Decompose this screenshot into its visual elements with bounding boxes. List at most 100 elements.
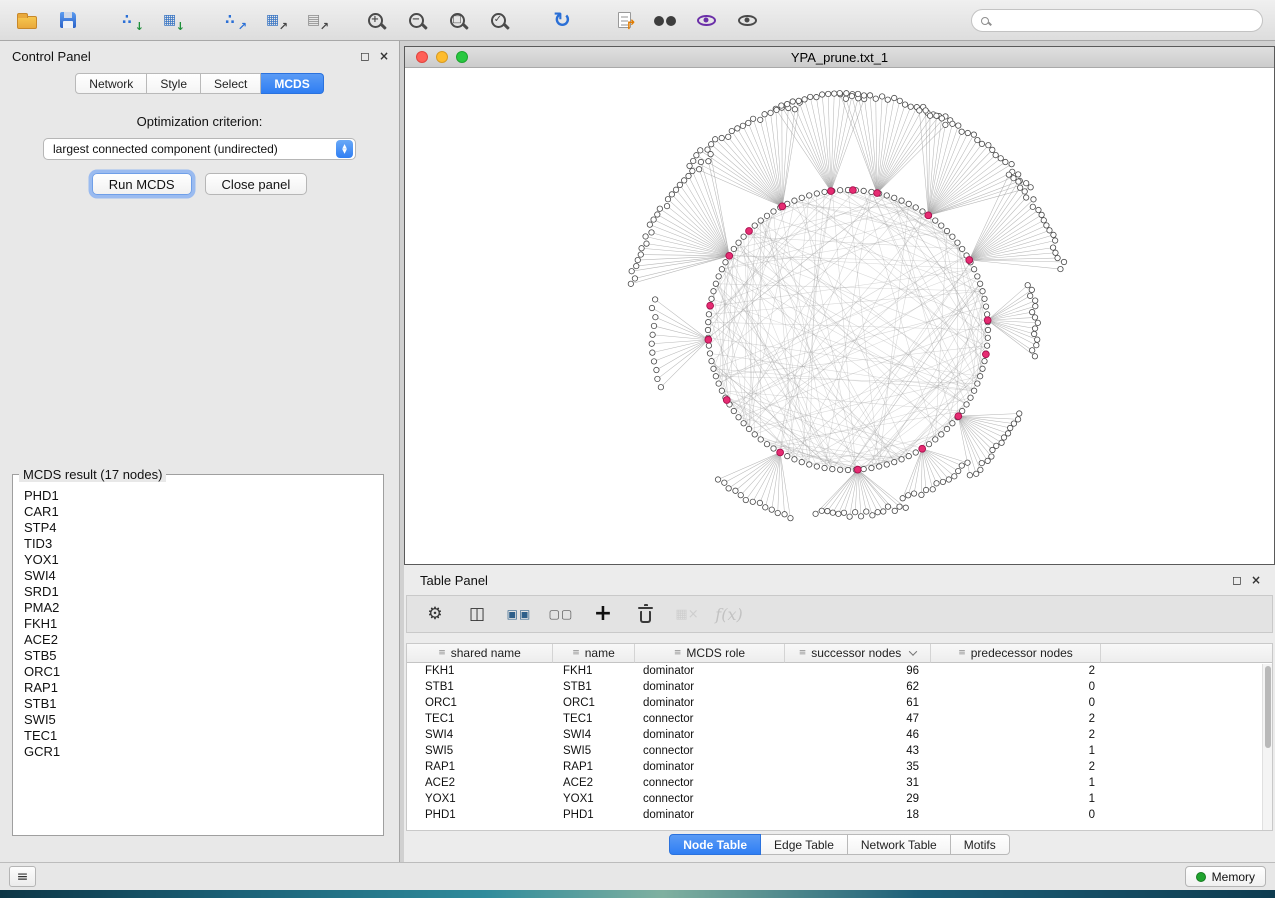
table-cell: 29 bbox=[785, 793, 931, 805]
column-header-successor-nodes[interactable]: ≡successor nodes bbox=[785, 644, 931, 663]
tab-network-table[interactable]: Network Table bbox=[848, 834, 951, 855]
clipboard-share-icon bbox=[618, 12, 631, 28]
mcds-result-item[interactable]: SRD1 bbox=[24, 584, 381, 600]
mcds-result-item[interactable]: YOX1 bbox=[24, 552, 381, 568]
window-close-icon[interactable] bbox=[416, 51, 428, 63]
import-network-button[interactable]: ∴↓ bbox=[113, 5, 147, 35]
mcds-result-item[interactable]: SWI5 bbox=[24, 712, 381, 728]
column-header-mcds-role[interactable]: ≡MCDS role bbox=[635, 644, 785, 663]
panel-menu-button[interactable]: ≡ bbox=[9, 866, 36, 887]
table-cell: 46 bbox=[785, 729, 931, 741]
window-minimize-icon[interactable] bbox=[436, 51, 448, 63]
criterion-select[interactable]: largest connected component (undirected)… bbox=[43, 138, 356, 160]
table-cell: dominator bbox=[635, 729, 785, 741]
column-header-predecessor-nodes[interactable]: ≡predecessor nodes bbox=[931, 644, 1101, 663]
delete-column-button[interactable] bbox=[633, 600, 657, 628]
select-all-button[interactable]: ▣▣ bbox=[507, 600, 531, 628]
table-cell: 62 bbox=[785, 681, 931, 693]
close-panel-icon[interactable]: × bbox=[379, 50, 389, 62]
criterion-value: largest connected component (undirected) bbox=[44, 142, 336, 156]
save-session-button[interactable] bbox=[51, 5, 85, 35]
tab-select[interactable]: Select bbox=[201, 73, 261, 94]
float-panel-icon[interactable]: ◻ bbox=[360, 50, 370, 62]
network-titlebar[interactable]: YPA_prune.txt_1 bbox=[405, 47, 1274, 68]
table-settings-button[interactable]: ⚙ bbox=[423, 600, 447, 628]
table-row[interactable]: ACE2ACE2connector311 bbox=[407, 775, 1272, 791]
table-cell: connector bbox=[635, 793, 785, 805]
close-panel-button[interactable]: Close panel bbox=[205, 173, 308, 195]
mcds-result-item[interactable]: TEC1 bbox=[24, 728, 381, 744]
tab-motifs[interactable]: Motifs bbox=[951, 834, 1010, 855]
table-row[interactable]: PHD1PHD1dominator180 bbox=[407, 807, 1272, 823]
mcds-result-item[interactable]: PHD1 bbox=[24, 488, 381, 504]
search-input[interactable] bbox=[995, 13, 1262, 29]
table-row[interactable]: SWI4SWI4dominator462 bbox=[407, 727, 1272, 743]
export-table-button[interactable]: ▦↗ bbox=[257, 5, 291, 35]
table-cell: PHD1 bbox=[553, 809, 635, 821]
toolbar-separator bbox=[586, 8, 600, 32]
export-image-button[interactable]: ▤↗ bbox=[298, 5, 332, 35]
table-header-row: ≡shared name≡name≡MCDS role≡successor no… bbox=[407, 644, 1272, 663]
zoom-fit-button[interactable]: □ bbox=[442, 5, 476, 35]
table-cell: 47 bbox=[785, 713, 931, 725]
deselect-all-button[interactable]: ▢▢ bbox=[549, 600, 573, 628]
window-zoom-icon[interactable] bbox=[456, 51, 468, 63]
mcds-result-item[interactable]: STB5 bbox=[24, 648, 381, 664]
table-cell: dominator bbox=[635, 681, 785, 693]
tab-edge-table[interactable]: Edge Table bbox=[761, 834, 848, 855]
find-button[interactable] bbox=[648, 5, 682, 35]
table-row[interactable]: FKH1FKH1dominator962 bbox=[407, 663, 1272, 679]
column-header-name[interactable]: ≡name bbox=[553, 644, 635, 663]
zoom-selected-icon: ✓ bbox=[491, 13, 506, 28]
float-table-panel-icon[interactable]: ◻ bbox=[1232, 574, 1242, 586]
table-row[interactable]: YOX1YOX1connector291 bbox=[407, 791, 1272, 807]
desktop-wallpaper-strip bbox=[0, 890, 1275, 898]
column-label: predecessor nodes bbox=[971, 646, 1073, 660]
mcds-result-item[interactable]: PMA2 bbox=[24, 600, 381, 616]
mcds-result-item[interactable]: CAR1 bbox=[24, 504, 381, 520]
close-table-panel-icon[interactable]: × bbox=[1251, 574, 1261, 586]
column-manager-button[interactable]: ◫ bbox=[465, 600, 489, 628]
table-row[interactable]: ORC1ORC1dominator610 bbox=[407, 695, 1272, 711]
network-canvas[interactable] bbox=[405, 68, 1274, 564]
scrollbar-thumb[interactable] bbox=[1265, 666, 1271, 748]
table-row[interactable]: RAP1RAP1dominator352 bbox=[407, 759, 1272, 775]
mcds-result-item[interactable]: STP4 bbox=[24, 520, 381, 536]
clipboard-share-button[interactable] bbox=[607, 5, 641, 35]
show-hide-button[interactable] bbox=[730, 5, 764, 35]
table-row[interactable]: STB1STB1dominator620 bbox=[407, 679, 1272, 695]
table-body: FKH1FKH1dominator962STB1STB1dominator620… bbox=[407, 663, 1272, 823]
annotation-eye-button[interactable] bbox=[689, 5, 723, 35]
mcds-result-item[interactable]: STB1 bbox=[24, 696, 381, 712]
table-row[interactable]: SWI5SWI5connector431 bbox=[407, 743, 1272, 759]
mcds-result-item[interactable]: ACE2 bbox=[24, 632, 381, 648]
add-column-button[interactable]: + bbox=[591, 600, 615, 628]
open-file-button[interactable] bbox=[10, 5, 44, 35]
search-box[interactable] bbox=[971, 9, 1263, 32]
network-graph bbox=[405, 68, 1274, 564]
tab-network[interactable]: Network bbox=[75, 73, 147, 94]
import-table-button[interactable]: ▦↓ bbox=[154, 5, 188, 35]
zoom-out-button[interactable]: − bbox=[401, 5, 435, 35]
table-row[interactable]: TEC1TEC1connector472 bbox=[407, 711, 1272, 727]
mcds-result-item[interactable]: ORC1 bbox=[24, 664, 381, 680]
refresh-layout-button[interactable]: ↻ bbox=[545, 5, 579, 35]
save-session-icon bbox=[60, 12, 76, 28]
tab-style[interactable]: Style bbox=[147, 73, 201, 94]
zoom-in-button[interactable]: + bbox=[360, 5, 394, 35]
table-cell: dominator bbox=[635, 809, 785, 821]
export-network-button[interactable]: ∴↗ bbox=[216, 5, 250, 35]
table-scrollbar[interactable] bbox=[1262, 664, 1272, 830]
mcds-result-item[interactable]: TID3 bbox=[24, 536, 381, 552]
table-cell: 2 bbox=[931, 761, 1101, 773]
mcds-result-item[interactable]: GCR1 bbox=[24, 744, 381, 760]
column-header-shared-name[interactable]: ≡shared name bbox=[407, 644, 553, 663]
mcds-result-item[interactable]: SWI4 bbox=[24, 568, 381, 584]
mcds-result-item[interactable]: FKH1 bbox=[24, 616, 381, 632]
mcds-result-item[interactable]: RAP1 bbox=[24, 680, 381, 696]
zoom-selected-button[interactable]: ✓ bbox=[483, 5, 517, 35]
run-mcds-button[interactable]: Run MCDS bbox=[92, 173, 192, 195]
tab-node-table[interactable]: Node Table bbox=[669, 834, 761, 855]
tab-mcds[interactable]: MCDS bbox=[261, 73, 323, 94]
memory-button[interactable]: Memory bbox=[1185, 866, 1266, 887]
